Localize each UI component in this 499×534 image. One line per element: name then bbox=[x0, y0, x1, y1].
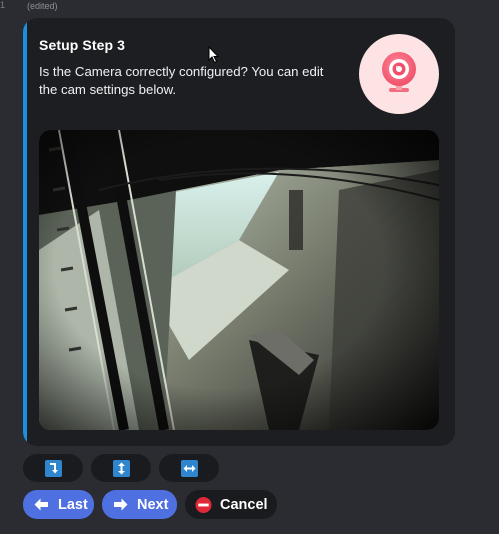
gutter-mark: 1 bbox=[0, 0, 6, 10]
card-title: Setup Step 3 bbox=[39, 37, 125, 53]
cancel-button[interactable]: Cancel bbox=[185, 490, 277, 519]
setup-step-card: Setup Step 3 Is the Camera correctly con… bbox=[23, 18, 455, 446]
no-entry-icon bbox=[195, 496, 212, 513]
webcam-icon bbox=[359, 34, 439, 114]
next-button-label: Next bbox=[137, 496, 169, 513]
last-button-label: Last bbox=[58, 496, 88, 513]
edited-label: (edited) bbox=[27, 1, 58, 11]
card-description: Is the Camera correctly configured? You … bbox=[39, 64, 324, 97]
flip-vertical-icon bbox=[112, 459, 130, 477]
flip-horizontal-icon bbox=[180, 459, 198, 477]
last-button[interactable]: Last bbox=[23, 490, 94, 519]
flip-vertical-button[interactable] bbox=[91, 454, 151, 482]
mouse-cursor-icon bbox=[208, 45, 220, 69]
arrow-right-icon bbox=[112, 496, 129, 513]
flip-horizontal-button[interactable] bbox=[159, 454, 219, 482]
chat-view: 1 (edited) Setup Step 3 Is the Camera co… bbox=[0, 0, 499, 534]
rotate-icon bbox=[44, 459, 62, 477]
rotate-button[interactable] bbox=[23, 454, 83, 482]
next-button[interactable]: Next bbox=[102, 490, 177, 519]
arrow-left-icon bbox=[33, 496, 50, 513]
card-accent-bar bbox=[23, 18, 27, 446]
cancel-button-label: Cancel bbox=[220, 496, 268, 513]
camera-feed bbox=[39, 130, 439, 430]
